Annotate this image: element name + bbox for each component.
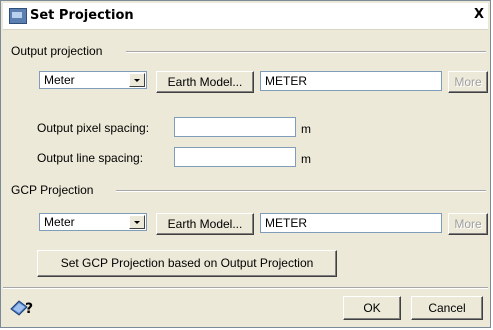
gcp-earth-model-button[interactable]: Earth Model... [156, 213, 254, 235]
gcp-projection-label: GCP Projection [11, 183, 94, 197]
output-pixel-spacing-label: Output pixel spacing: [37, 121, 150, 135]
output-units-value: Meter [44, 73, 75, 87]
footer-divider [3, 287, 488, 289]
set-gcp-based-button[interactable]: Set GCP Projection based on Output Proje… [37, 250, 337, 277]
close-button[interactable]: X [474, 7, 484, 22]
window-title: Set Projection [30, 8, 134, 23]
gcp-projection-divider [116, 190, 486, 192]
svg-text:?: ? [25, 301, 33, 317]
output-earth-model-button[interactable]: Earth Model... [156, 71, 254, 93]
output-line-spacing-input[interactable] [174, 147, 296, 167]
output-pixel-spacing-input[interactable] [174, 117, 296, 137]
output-projection-divider [126, 51, 486, 53]
app-icon [9, 8, 27, 24]
output-line-spacing-label: Output line spacing: [37, 151, 144, 165]
output-units-select[interactable]: Meter [39, 71, 147, 89]
output-projection-label: Output projection [11, 44, 103, 58]
output-pixel-spacing-unit: m [301, 122, 311, 136]
chevron-down-icon[interactable] [129, 215, 145, 229]
title-bar[interactable]: Set Projection X [3, 3, 488, 30]
output-line-spacing-unit: m [301, 152, 311, 166]
gcp-units-select[interactable]: Meter [39, 213, 147, 231]
output-more-button[interactable]: More [448, 71, 488, 93]
set-projection-dialog: Set Projection X Output projection Meter… [0, 0, 491, 328]
gcp-units-value: Meter [44, 215, 75, 229]
chevron-down-icon[interactable] [129, 73, 145, 87]
gcp-more-button[interactable]: More [448, 213, 488, 235]
gcp-projection-field[interactable]: METER [260, 213, 442, 233]
help-pointer-icon[interactable]: ? [9, 297, 35, 317]
cancel-button[interactable]: Cancel [411, 296, 483, 320]
ok-button[interactable]: OK [343, 296, 401, 320]
output-projection-field[interactable]: METER [260, 71, 442, 91]
